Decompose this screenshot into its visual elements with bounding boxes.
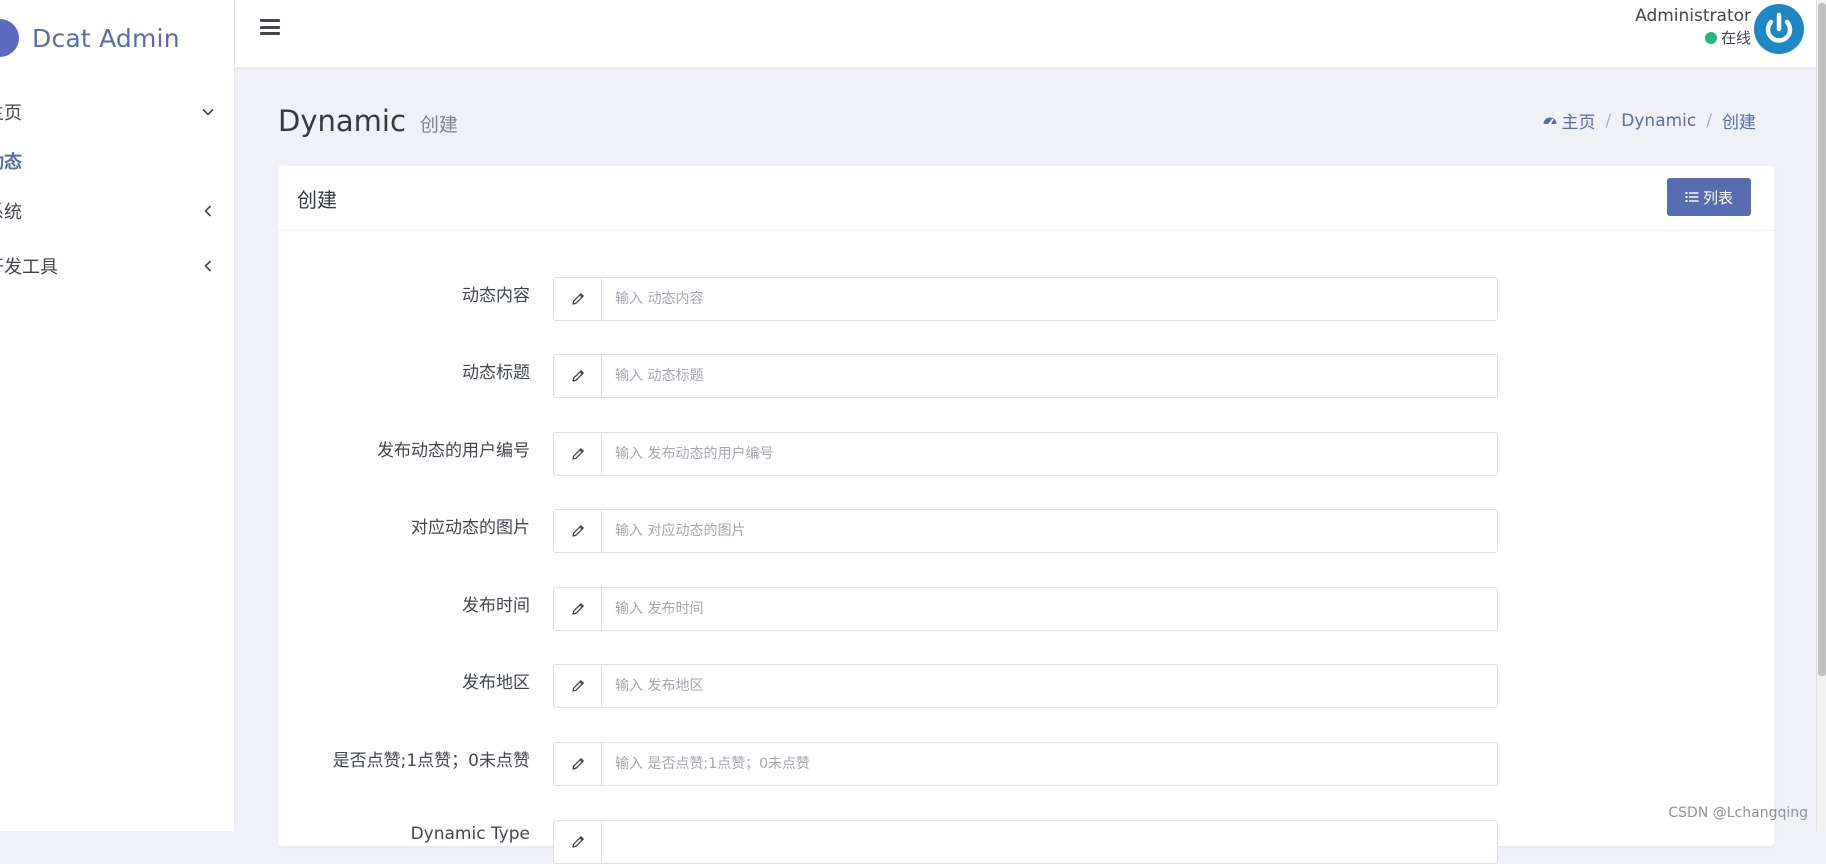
user-status-text: 在线: [1721, 27, 1751, 49]
scrollbar-thumb[interactable]: [1818, 3, 1826, 676]
sidebar-item-label: 动态: [0, 148, 22, 174]
sidebar-item-label: 系统: [0, 198, 22, 224]
breadcrumb-dynamic[interactable]: Dynamic: [1621, 111, 1696, 131]
chevron-left-icon: [198, 201, 218, 221]
field-label: 发布动态的用户编号: [278, 436, 530, 461]
scrollbar[interactable]: [1816, 0, 1826, 831]
form-row-title: 动态标题: [278, 354, 1774, 398]
top-navbar: Administrator 在线: [235, 0, 1816, 67]
watermark: CSDN @Lchangqing: [1668, 805, 1808, 821]
user-menu[interactable]: Administrator 在线: [1635, 5, 1751, 49]
field-label: 动态标题: [278, 358, 530, 383]
form-row-publish-time: 发布时间: [278, 587, 1774, 631]
user-name: Administrator: [1635, 5, 1751, 27]
dynamic-content-input[interactable]: [602, 278, 1497, 320]
input-group: [553, 277, 1498, 321]
pencil-icon: [554, 510, 602, 552]
list-icon: [1685, 190, 1699, 204]
page-title: Dynamic 创建: [278, 104, 458, 138]
page-subtitle: 创建: [420, 110, 458, 137]
online-dot-icon: [1705, 32, 1717, 44]
input-group: [553, 664, 1498, 708]
sidebar-item-label: 主页: [0, 99, 22, 125]
dynamic-title-input[interactable]: [602, 355, 1497, 397]
breadcrumb-separator: /: [1706, 111, 1712, 131]
field-label: Dynamic Type: [278, 824, 530, 844]
form-row-like: 是否点赞;1点赞；0未点赞: [278, 742, 1774, 786]
breadcrumb-current: 创建: [1722, 108, 1756, 133]
pencil-icon: [554, 821, 602, 863]
power-icon: [1754, 4, 1804, 54]
input-group: [553, 354, 1498, 398]
field-label: 是否点赞;1点赞；0未点赞: [278, 746, 530, 771]
list-button[interactable]: 列表: [1667, 178, 1751, 216]
sidebar-item-system[interactable]: 系统: [0, 195, 218, 227]
pencil-icon: [554, 433, 602, 475]
chevron-left-icon: [198, 256, 218, 276]
sidebar-item-dev-tools[interactable]: 开发工具: [0, 250, 218, 282]
brand[interactable]: Dcat Admin: [0, 16, 180, 60]
sidebar-item-dynamic[interactable]: 动态: [0, 145, 218, 177]
input-group: [553, 509, 1498, 553]
card-title: 创建: [297, 184, 337, 213]
region-input[interactable]: [602, 665, 1497, 707]
publish-time-input[interactable]: [602, 588, 1497, 630]
breadcrumb: 主页 / Dynamic / 创建: [1542, 108, 1756, 133]
breadcrumb-separator: /: [1606, 111, 1612, 131]
user-id-input[interactable]: [602, 433, 1497, 475]
dashboard-icon: [1542, 113, 1558, 129]
input-group: [553, 587, 1498, 631]
menu-toggle-icon[interactable]: [259, 16, 281, 38]
pencil-icon: [554, 665, 602, 707]
input-group: [553, 432, 1498, 476]
field-label: 动态内容: [278, 281, 530, 306]
pencil-icon: [554, 588, 602, 630]
card-header: 创建 列表: [278, 166, 1774, 231]
user-status: 在线: [1635, 27, 1751, 49]
sidebar-item-label: 开发工具: [0, 253, 58, 279]
pencil-icon: [554, 743, 602, 785]
page-title-text: Dynamic: [278, 104, 406, 138]
field-label: 发布时间: [278, 591, 530, 616]
brand-name: Dcat Admin: [32, 24, 180, 53]
form-row-dynamic-type: Dynamic Type: [278, 820, 1774, 864]
form-row-image: 对应动态的图片: [278, 509, 1774, 553]
brand-logo: [0, 19, 19, 57]
pencil-icon: [554, 278, 602, 320]
sidebar: Dcat Admin 主页 动态 系统 开发工具: [0, 0, 235, 831]
form-row-region: 发布地区: [278, 664, 1774, 708]
chevron-down-icon: [198, 102, 218, 122]
form-row-user-id: 发布动态的用户编号: [278, 432, 1774, 476]
form-row-content: 动态内容: [278, 277, 1774, 321]
list-button-label: 列表: [1703, 187, 1733, 208]
field-label: 对应动态的图片: [278, 513, 530, 538]
form-card: 创建 列表 动态内容 动态标题: [278, 166, 1774, 846]
input-group: [553, 742, 1498, 786]
avatar[interactable]: [1754, 4, 1804, 54]
breadcrumb-home[interactable]: 主页: [1562, 108, 1596, 133]
dynamic-type-input[interactable]: [602, 821, 1497, 863]
field-label: 发布地区: [278, 668, 530, 693]
sidebar-item-home[interactable]: 主页: [0, 96, 218, 128]
like-input[interactable]: [602, 743, 1497, 785]
image-input[interactable]: [602, 510, 1497, 552]
pencil-icon: [554, 355, 602, 397]
input-group: [553, 820, 1498, 864]
